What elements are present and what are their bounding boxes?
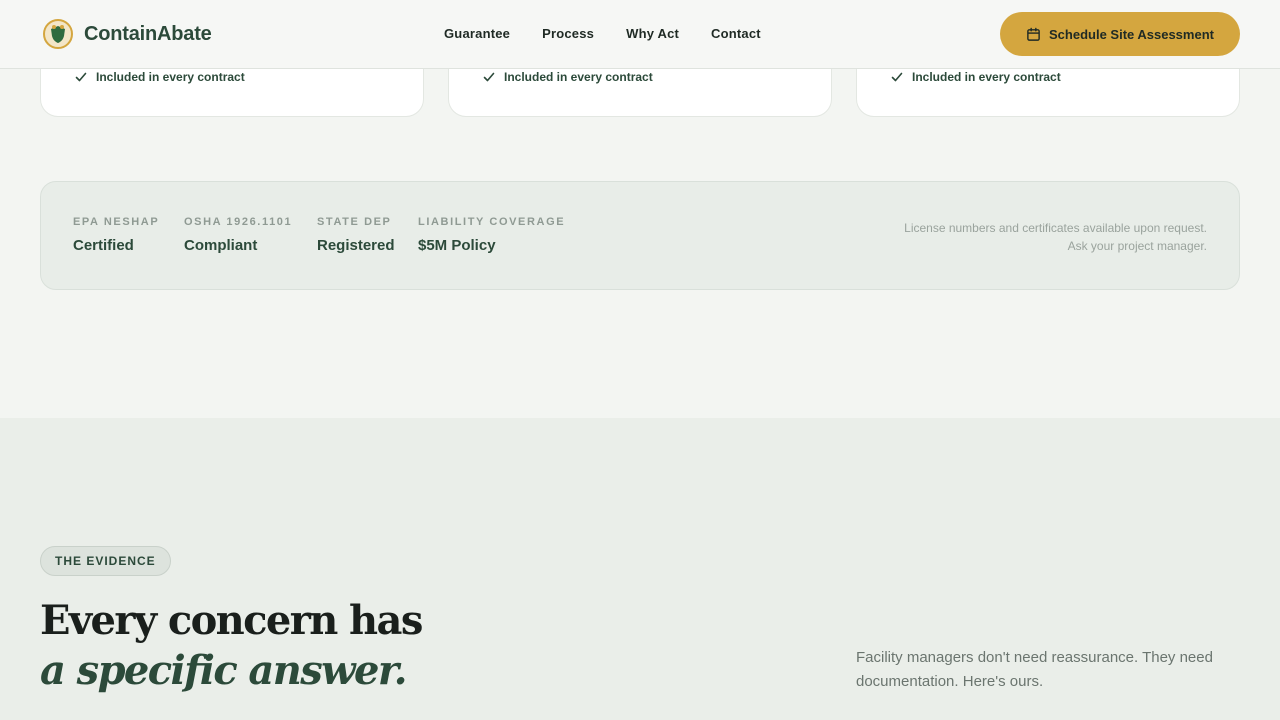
schedule-assessment-label: Schedule Site Assessment	[1049, 26, 1214, 42]
main-nav: Guarantee Process Why Act Contact	[444, 26, 793, 41]
credentials-note-line-2: Ask your project manager.	[1067, 239, 1207, 253]
credential-label: OSHA 1926.1101	[184, 216, 293, 228]
calendar-icon	[1027, 27, 1040, 41]
credential-value: Registered	[317, 237, 395, 254]
check-label: Included in every contract	[504, 70, 653, 84]
site-header: ContainAbate Guarantee Process Why Act C…	[0, 0, 1280, 69]
evidence-section: THE EVIDENCE Every concern has a specifi…	[0, 418, 1280, 720]
card-check-row: Included in every contract	[891, 70, 1061, 84]
check-label: Included in every contract	[912, 70, 1061, 84]
evidence-headline-italic: a specific answer.	[40, 647, 408, 694]
check-label: Included in every contract	[96, 70, 245, 84]
credential-label: EPA NESHAP	[73, 216, 160, 228]
brand-home-link[interactable]: ContainAbate	[42, 18, 212, 50]
section-eyebrow-pill: THE EVIDENCE	[40, 546, 171, 576]
credential-liability: LIABILITY COVERAGE $5M Policy	[418, 216, 565, 254]
credential-osha: OSHA 1926.1101 Compliant	[184, 216, 292, 254]
check-icon	[75, 72, 87, 82]
credentials-note: License numbers and certificates availab…	[904, 219, 1207, 255]
nav-link-process[interactable]: Process	[542, 26, 594, 41]
credential-state-dep: STATE DEP Registered	[317, 216, 395, 254]
credential-value: Certified	[73, 237, 134, 254]
card-check-row: Included in every contract	[75, 70, 245, 84]
credential-label: LIABILITY COVERAGE	[418, 216, 566, 228]
credential-value: $5M Policy	[418, 237, 496, 254]
credentials-note-line-1: License numbers and certificates availab…	[904, 221, 1207, 235]
credentials-panel: EPA NESHAP Certified OSHA 1926.1101 Comp…	[40, 181, 1240, 290]
evidence-headline: Every concern has	[40, 597, 423, 644]
nav-link-contact[interactable]: Contact	[711, 26, 761, 41]
nav-link-guarantee[interactable]: Guarantee	[444, 26, 510, 41]
credential-label: STATE DEP	[317, 216, 392, 228]
brand-name: ContainAbate	[84, 22, 212, 45]
evidence-description: Facility managers don't need reassurance…	[856, 649, 1213, 690]
check-icon	[483, 72, 495, 82]
credential-value: Compliant	[184, 237, 258, 254]
check-icon	[891, 72, 903, 82]
shield-logo-icon	[43, 19, 73, 49]
schedule-assessment-button[interactable]: Schedule Site Assessment	[1000, 12, 1240, 56]
credential-epa: EPA NESHAP Certified	[73, 216, 159, 254]
nav-link-why-act[interactable]: Why Act	[626, 26, 679, 41]
card-check-row: Included in every contract	[483, 70, 653, 84]
